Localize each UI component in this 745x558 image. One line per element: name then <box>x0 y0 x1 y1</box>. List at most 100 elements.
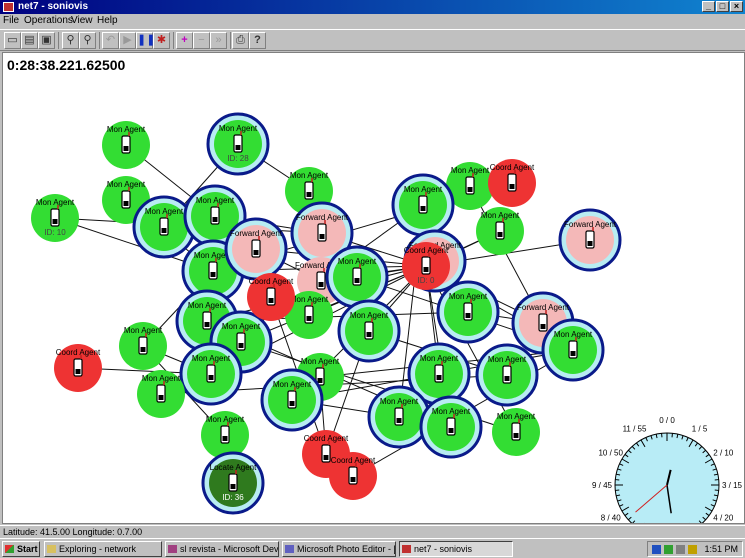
agent-node[interactable]: Mon Agent ID: 28 <box>206 112 270 176</box>
pause-button[interactable]: ❚❚ <box>136 32 155 49</box>
task-exploring[interactable]: Exploring - network <box>44 541 162 557</box>
agent-node[interactable]: Coord Agent <box>247 273 295 321</box>
network-nodes: Mon Agent Mon AgentID: 28Mon AgentMon Age… <box>31 112 622 515</box>
agent-node[interactable]: Coord Agent <box>329 452 377 500</box>
agent-node[interactable]: Mon Agent <box>475 343 539 407</box>
agent-label: Mon Agent <box>380 397 419 406</box>
agent-label: Mon Agent <box>301 357 340 366</box>
agent-label: Forward Agent <box>296 213 349 222</box>
forward-icon: » <box>215 34 222 46</box>
new-icon: ▭ <box>7 34 18 46</box>
task-photo-editor[interactable]: Microsoft Photo Editor - [w... <box>282 541 396 557</box>
agent-label: Mon Agent <box>488 355 527 364</box>
agent-node[interactable]: Mon Agent <box>132 195 196 259</box>
menu-bar: File Operations View Help <box>0 14 745 28</box>
agent-label: Forward Agent <box>517 303 570 312</box>
agent-node[interactable]: Mon Agent <box>541 318 605 382</box>
task-label: sl revista - Microsoft Devel... <box>180 544 279 554</box>
agent-label: Mon Agent <box>290 171 329 180</box>
agent-node[interactable]: Mon Agent <box>119 322 167 370</box>
zoom-out-button[interactable]: ⚲ <box>79 32 96 49</box>
folder-icon <box>47 545 56 553</box>
agent-node[interactable]: Locate Agent ID: 36 <box>201 451 265 515</box>
toolbar: ▭ ▤ ▣ ⚲ ⚲ ↶ ▶ ❚❚ ✱ + − » ⎙ ? <box>0 29 745 51</box>
schedule-icon[interactable] <box>688 545 697 554</box>
minimize-button[interactable]: _ <box>702 1 715 12</box>
agent-node[interactable]: Coord Agent ID: 0 <box>402 242 450 290</box>
agent-node[interactable]: Coord Agent <box>488 159 536 207</box>
window-title: net7 - soniovis <box>18 1 89 12</box>
menu-view[interactable]: View <box>71 14 93 28</box>
app-icon <box>3 2 14 12</box>
analog-clock: 0 / 01 / 52 / 103 / 154 / 205 / 256 / 30… <box>592 416 743 523</box>
agent-label: Mon Agent <box>350 311 389 320</box>
step-back-button[interactable]: ↶ <box>102 32 119 49</box>
new-button[interactable]: ▭ <box>4 32 21 49</box>
antivirus-icon[interactable] <box>664 545 673 554</box>
agent-node[interactable]: Mon Agent <box>337 299 401 363</box>
agent-id: ID: 10 <box>44 228 66 237</box>
task-devel[interactable]: sl revista - Microsoft Devel... <box>165 541 279 557</box>
open-icon: ▤ <box>24 34 35 46</box>
app-window: net7 - soniovis _ □ × File Operations Vi… <box>0 0 745 558</box>
help-icon: ? <box>254 34 261 46</box>
taskbar: Start Exploring - network sl revista - M… <box>0 538 745 558</box>
agent-label: Coord Agent <box>331 456 376 465</box>
record-button[interactable]: ✱ <box>153 32 170 49</box>
clock-tick-label: 0 / 0 <box>659 416 675 425</box>
simulation-time: 0:28:38.221.62500 <box>7 57 126 73</box>
agent-node[interactable]: Mon Agent <box>137 370 185 418</box>
play-button[interactable]: ▶ <box>119 32 136 49</box>
agent-node[interactable]: Mon Agent <box>325 245 389 309</box>
speaker-icon[interactable] <box>676 545 685 554</box>
add-button[interactable]: + <box>176 32 193 49</box>
agent-node[interactable]: Mon Agent <box>436 280 500 344</box>
agent-node[interactable]: Mon Agent <box>492 408 540 456</box>
menu-operations[interactable]: Operations <box>24 14 73 28</box>
agent-node[interactable]: Coord Agent <box>54 344 102 392</box>
agent-label: Mon Agent <box>404 185 443 194</box>
open-button[interactable]: ▤ <box>21 32 38 49</box>
forward-button[interactable]: » <box>210 32 227 49</box>
agent-label: Mon Agent <box>338 257 377 266</box>
record-icon: ✱ <box>156 34 167 46</box>
agent-node[interactable]: Mon Agent <box>179 342 243 406</box>
network-icon[interactable] <box>652 545 661 554</box>
agent-label: Locate Agent <box>210 463 257 472</box>
agent-node[interactable]: Mon Agent <box>476 207 524 255</box>
agent-label: Coord Agent <box>56 348 101 357</box>
zoom-in-icon: ⚲ <box>66 34 75 46</box>
agent-label: Mon Agent <box>432 407 471 416</box>
agent-node[interactable]: Mon Agent <box>391 173 455 237</box>
maximize-button[interactable]: □ <box>716 1 729 12</box>
zoom-in-button[interactable]: ⚲ <box>62 32 79 49</box>
network-canvas[interactable]: Mon Agent Mon Agent ID: 28 Mon Agent Mon Age… <box>2 52 745 524</box>
agent-node[interactable]: Mon Agent ID: 10 <box>31 194 79 242</box>
agent-id: ID: 36 <box>222 493 244 502</box>
start-button[interactable]: Start <box>2 541 40 557</box>
close-button[interactable]: × <box>730 1 743 12</box>
agent-node[interactable]: Mon Agent <box>102 121 150 169</box>
agent-node[interactable]: Forward Agent <box>558 208 622 272</box>
agent-node[interactable]: Mon Agent <box>260 368 324 432</box>
print-button[interactable]: ⎙ <box>232 32 249 49</box>
agent-id: ID: 0 <box>418 276 435 285</box>
remove-button[interactable]: − <box>193 32 210 49</box>
task-label: net7 - soniovis <box>414 544 473 554</box>
save-icon: ▣ <box>41 34 52 46</box>
agent-label: Mon Agent <box>451 166 490 175</box>
agent-node[interactable]: Mon Agent <box>201 411 249 459</box>
zoom-out-icon: ⚲ <box>83 34 92 46</box>
agent-label: Mon Agent <box>107 180 146 189</box>
menu-file[interactable]: File <box>3 14 19 28</box>
agent-id: ID: 28 <box>227 154 249 163</box>
menu-help[interactable]: Help <box>97 14 118 28</box>
agent-label: Mon Agent <box>124 326 163 335</box>
task-net7[interactable]: net7 - soniovis <box>399 541 513 557</box>
agent-node[interactable]: Mon Agent <box>419 395 483 459</box>
agent-node[interactable]: Forward Agent <box>224 217 288 281</box>
clock-tick <box>689 522 690 523</box>
save-button[interactable]: ▣ <box>38 32 55 49</box>
agent-node[interactable]: Mon Agent <box>367 385 431 449</box>
help-button[interactable]: ? <box>249 32 266 49</box>
